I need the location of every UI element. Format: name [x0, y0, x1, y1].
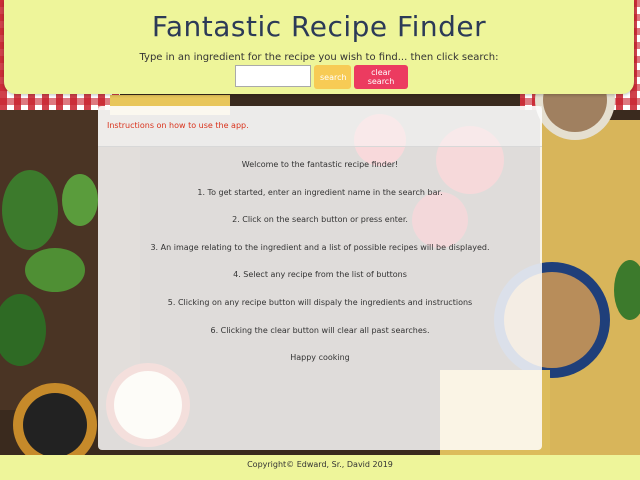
- page-footer: Copyright© Edward, Sr., David 2019: [0, 455, 640, 480]
- instruction-line-closing: Happy cooking: [290, 353, 350, 363]
- instruction-line-2: 2. Click on the search button or press e…: [232, 215, 408, 225]
- app-title: Fantastic Recipe Finder: [151, 10, 487, 43]
- instruction-line-5: 5. Clicking on any recipe button will di…: [167, 297, 473, 307]
- clear-search-button[interactable]: clear search: [354, 65, 408, 89]
- search-instruction-text: Type in an ingredient for the recipe you…: [139, 52, 499, 63]
- instruction-line-1: 1. To get started, enter an ingredient n…: [197, 187, 443, 197]
- search-button[interactable]: search: [314, 65, 351, 89]
- instruction-line-welcome: Welcome to the fantastic recipe finder!: [241, 160, 399, 169]
- instructions-panel-header: Instructions on how to use the app.: [98, 106, 542, 147]
- instruction-line-6: 6. Clicking the clear button will clear …: [210, 325, 430, 335]
- instruction-line-3: 3. An image relating to the ingredient a…: [150, 242, 490, 252]
- search-bar: search clear search: [235, 65, 408, 89]
- ingredient-search-input[interactable]: [235, 65, 311, 87]
- app-header: Fantastic Recipe Finder Type in an ingre…: [4, 0, 634, 94]
- copyright-text: Copyright© Edward, Sr., David 2019: [247, 460, 393, 469]
- instruction-line-4: 4. Select any recipe from the list of bu…: [233, 270, 407, 280]
- instructions-body: Welcome to the fantastic recipe finder! …: [98, 160, 542, 381]
- instructions-heading: Instructions on how to use the app.: [107, 121, 249, 130]
- instructions-panel: Instructions on how to use the app. Welc…: [98, 106, 542, 450]
